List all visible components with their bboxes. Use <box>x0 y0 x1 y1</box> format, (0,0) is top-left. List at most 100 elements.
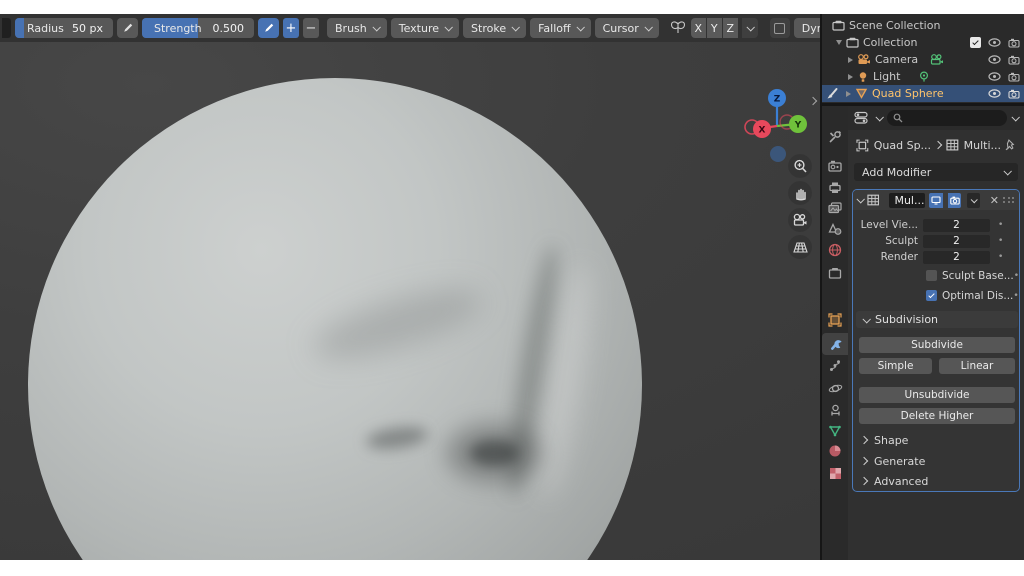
add-modifier-dropdown[interactable]: Add Modifier <box>854 163 1018 181</box>
outliner-row-light[interactable]: Light <box>822 68 1024 85</box>
render-visibility-camera-icon[interactable] <box>1008 72 1020 82</box>
animate-dot-icon[interactable]: • <box>1013 291 1018 301</box>
tab-texture[interactable] <box>822 462 848 484</box>
sculpt-sphere[interactable] <box>28 78 642 560</box>
3d-viewport[interactable]: Z X Y <box>0 42 820 560</box>
sculpt-base-checkbox[interactable] <box>926 270 937 281</box>
breadcrumb-object[interactable]: Quad Sp... <box>874 139 930 152</box>
render-visibility-camera-icon[interactable] <box>1008 89 1020 99</box>
svg-text:X: X <box>759 126 766 136</box>
properties-search-input[interactable] <box>887 110 1007 126</box>
zoom-button[interactable] <box>788 154 812 178</box>
disclosure-collapsed-icon[interactable] <box>846 90 851 97</box>
generate-section-header[interactable]: Generate <box>859 454 925 468</box>
chevron-down-icon[interactable] <box>875 113 884 122</box>
symmetry-options-dropdown[interactable] <box>741 18 758 38</box>
symmetry-y-toggle[interactable]: Y <box>706 18 722 38</box>
brush-subtract-button[interactable]: − <box>303 18 319 38</box>
panel-expand-chevron-icon[interactable] <box>856 195 865 204</box>
breadcrumb-modifier[interactable]: Multi... <box>964 139 1001 152</box>
subdivide-simple-button[interactable]: Simple <box>859 358 932 374</box>
strength-pressure-button[interactable] <box>258 18 279 38</box>
editor-type-icon[interactable] <box>854 111 871 125</box>
properties-tab-rail <box>822 106 848 560</box>
render-visibility-camera-icon[interactable] <box>1008 55 1020 65</box>
tab-collection-properties[interactable] <box>822 262 848 284</box>
symmetry-x-toggle[interactable]: X <box>690 18 706 38</box>
hide-eye-icon[interactable] <box>988 55 1001 64</box>
levels-viewport-field[interactable]: 2 <box>923 218 990 232</box>
tab-modifiers[interactable] <box>822 333 848 355</box>
symmetry-z-toggle[interactable]: Z <box>722 18 738 38</box>
render-display-toggle[interactable] <box>947 192 962 208</box>
outliner-row-quad-sphere[interactable]: Quad Sphere <box>822 85 1024 102</box>
tab-material[interactable] <box>822 440 848 462</box>
disclosure-expanded-icon[interactable] <box>836 40 842 45</box>
tab-output[interactable] <box>822 176 848 198</box>
dyntopo-checkbox[interactable] <box>769 18 790 38</box>
animate-dot-icon[interactable]: • <box>998 236 1003 246</box>
disclosure-collapsed-icon[interactable] <box>848 56 853 63</box>
render-visibility-camera-icon[interactable] <box>1008 38 1020 48</box>
hide-eye-icon[interactable] <box>988 72 1001 81</box>
falloff-dropdown[interactable]: Falloff <box>530 18 591 38</box>
tab-render[interactable] <box>822 155 848 177</box>
sculpt-base-mesh-row: Sculpt Base... • <box>853 269 1021 282</box>
pin-icon[interactable] <box>1005 139 1016 151</box>
tab-world[interactable] <box>822 239 848 261</box>
sculpt-levels-field[interactable]: 2 <box>923 234 990 248</box>
dyntopo-dropdown[interactable]: Dyntopo <box>793 18 820 38</box>
tab-constraints[interactable] <box>822 399 848 421</box>
shape-section-header[interactable]: Shape <box>859 433 908 447</box>
outliner-row-camera[interactable]: Camera <box>822 51 1024 68</box>
radius-label: Radius <box>27 21 64 35</box>
collection-icon <box>832 20 845 31</box>
radius-slider[interactable]: Radius 50 px <box>15 18 113 38</box>
axis-minus-z-ball[interactable] <box>770 146 786 162</box>
tab-physics[interactable] <box>822 377 848 399</box>
strength-slider[interactable]: Strength 0.500 <box>142 18 254 38</box>
brush-dropdown[interactable]: Brush <box>327 18 387 38</box>
filter-chevron-down-icon[interactable] <box>1011 113 1020 122</box>
hide-eye-icon[interactable] <box>988 38 1001 47</box>
pan-button[interactable] <box>788 181 812 205</box>
tab-particles[interactable] <box>822 355 848 377</box>
tab-object[interactable] <box>822 309 848 331</box>
modifier-extras-dropdown[interactable] <box>967 192 980 208</box>
modifier-name-field[interactable]: Mul... <box>889 192 926 208</box>
render-levels-field[interactable]: 2 <box>923 250 990 264</box>
collection-checkbox[interactable] <box>970 37 981 48</box>
subdivide-linear-button[interactable]: Linear <box>939 358 1015 374</box>
animate-dot-icon[interactable]: • <box>998 220 1003 230</box>
radius-pressure-button[interactable] <box>117 18 138 38</box>
tab-view-layer[interactable] <box>822 197 848 219</box>
delete-higher-button[interactable]: Delete Higher <box>859 408 1015 424</box>
check-icon <box>972 38 979 45</box>
subdivide-button[interactable]: Subdivide <box>859 337 1015 353</box>
modifier-drag-handle[interactable] <box>1003 197 1015 203</box>
stroke-dropdown[interactable]: Stroke <box>463 18 527 38</box>
sidebar-expand-arrow[interactable] <box>808 94 820 108</box>
outliner-row-collection[interactable]: Collection <box>822 34 1024 51</box>
unsubdivide-button[interactable]: Unsubdivide <box>859 387 1015 403</box>
tab-tool[interactable] <box>822 126 848 148</box>
hide-eye-icon[interactable] <box>988 89 1001 98</box>
disclosure-collapsed-icon[interactable] <box>848 73 853 80</box>
cursor-dropdown[interactable]: Cursor <box>594 18 659 38</box>
perspective-toggle-button[interactable] <box>788 235 812 259</box>
subdivision-section-header[interactable]: Subdivision <box>856 311 1018 328</box>
animate-dot-icon[interactable]: • <box>998 252 1003 262</box>
realtime-display-toggle[interactable] <box>929 192 943 208</box>
advanced-section-header[interactable]: Advanced <box>859 474 928 488</box>
texture-dropdown[interactable]: Texture <box>390 18 460 38</box>
animate-dot-icon[interactable]: • <box>1014 271 1019 281</box>
tab-object-data[interactable] <box>822 420 848 442</box>
outliner-row-scene-collection[interactable]: Scene Collection <box>822 17 1024 34</box>
camera-view-button[interactable] <box>788 208 812 232</box>
tab-scene[interactable] <box>822 218 848 240</box>
modifier-remove-button[interactable]: ✕ <box>990 194 999 207</box>
optimal-display-checkbox[interactable] <box>926 290 937 301</box>
clipped-tool-button[interactable] <box>2 18 11 38</box>
sculpt-dent-small <box>364 423 430 453</box>
brush-add-button[interactable]: + <box>283 18 299 38</box>
